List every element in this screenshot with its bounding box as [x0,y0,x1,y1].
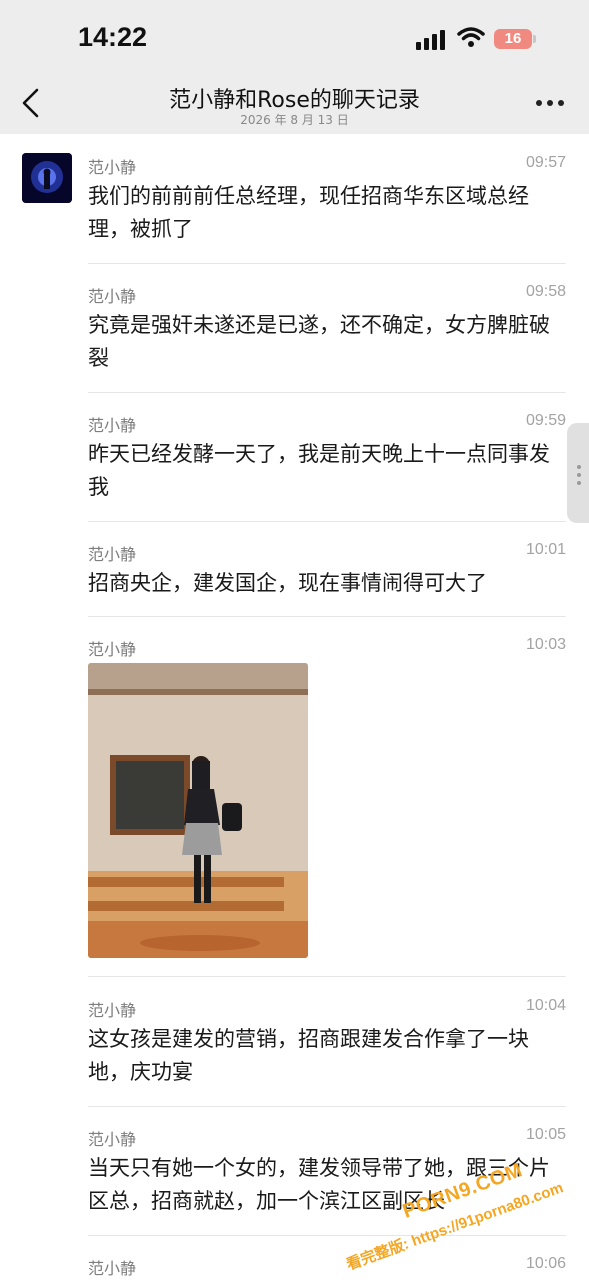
cellular-signal-icon [416,30,448,50]
divider [88,263,566,264]
chat-message[interactable]: 范小静 09:57 我们的前前前任总经理，现任招商华东区域总经理，被抓了 [88,154,566,254]
message-text: 这女孩是建发的营销，招商跟建发合作拿了一块地，庆功宴 [88,1027,529,1084]
wifi-icon [457,27,485,47]
chat-message[interactable]: 范小静 10:01 招商央企，建发国企，现在事情闹得可大了 [88,541,566,609]
chat-message[interactable]: 范小静 09:58 究竟是强奸未遂还是已遂，还不确定，女方脾脏破裂 [88,283,566,383]
sender-name: 范小静 [88,287,137,306]
message-time: 10:03 [525,636,566,653]
status-bar: 14:22 16 [0,0,589,72]
message-time: 09:58 [525,283,566,300]
divider [88,1106,566,1107]
sender-name: 范小静 [88,158,137,177]
message-image[interactable] [88,663,308,958]
divider [88,976,566,977]
message-time: 09:59 [525,412,566,429]
sender-name: 范小静 [88,1130,137,1149]
message-time: 10:01 [525,541,566,558]
status-time: 14:22 [78,22,148,52]
chat-message[interactable]: 范小静 10:03 [88,636,566,660]
divider [88,616,566,617]
battery-icon: 16 [494,29,536,49]
chat-message[interactable]: 范小静 10:04 这女孩是建发的营销，招商跟建发合作拿了一块地，庆功宴 [88,997,566,1097]
more-options-icon[interactable] [536,100,566,108]
page-subtitle-date: 2026 年 8 月 13 日 [240,113,349,127]
sender-name: 范小静 [88,640,137,659]
message-time: 10:06 [525,1255,566,1272]
chat-message[interactable]: 范小静 10:06 [88,1255,566,1279]
divider [88,521,566,522]
chat-message[interactable]: 范小静 09:59 昨天已经发酵一天了，我是前天晚上十一点同事发我 [88,412,566,512]
message-text: 昨天已经发酵一天了，我是前天晚上十一点同事发我 [88,442,550,499]
message-text: 招商央企，建发国企，现在事情闹得可大了 [88,571,487,595]
message-time: 09:57 [525,154,566,171]
divider [88,1235,566,1236]
sender-name: 范小静 [88,545,137,564]
message-text: 我们的前前前任总经理，现任招商华东区域总经理，被抓了 [88,184,529,241]
sender-name: 范小静 [88,416,137,435]
message-time: 10:05 [525,1126,566,1143]
page-title: 范小静和Rose的聊天记录 [169,88,420,113]
sender-name: 范小静 [88,1001,137,1020]
scroll-handle[interactable] [567,423,589,523]
sender-name: 范小静 [88,1259,137,1278]
message-time: 10:04 [525,997,566,1014]
message-text: 究竟是强奸未遂还是已遂，还不确定，女方脾脏破裂 [88,313,550,370]
avatar[interactable] [22,153,72,203]
divider [88,392,566,393]
nav-bar: 范小静和Rose的聊天记录 2026 年 8 月 13 日 [0,72,589,134]
